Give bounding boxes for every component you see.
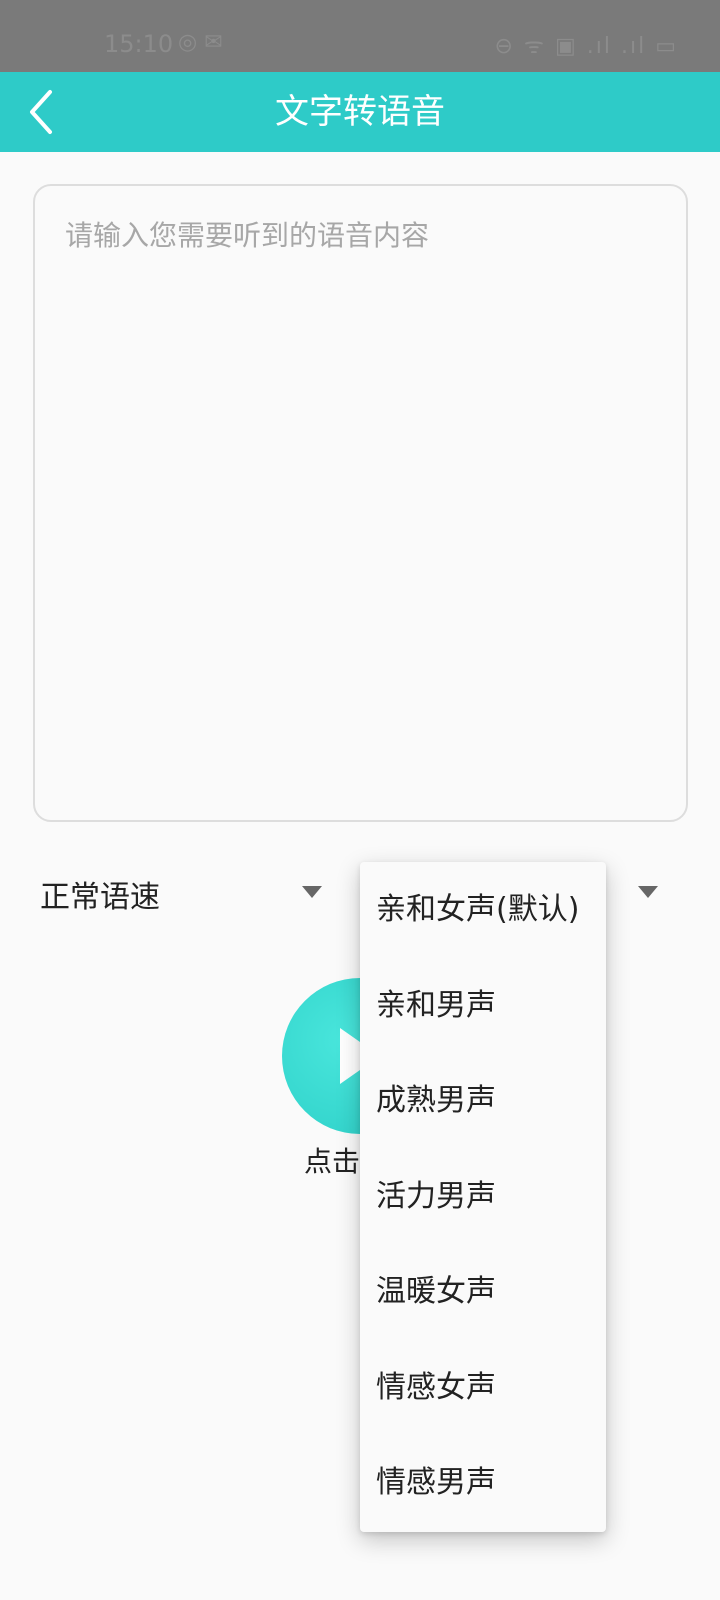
status-bar: 15:10 ◎ ✉ ⊖ ᯤ ▣ .ıl .ıl ▭ (0, 0, 720, 72)
voice-option[interactable]: 亲和男声 (360, 958, 606, 1054)
play-caption: 点击 (304, 1145, 361, 1178)
text-input[interactable]: 请输入您需要听到的语音内容 (33, 184, 688, 822)
voice-dropdown-menu: 亲和女声(默认) 亲和男声 成熟男声 活力男声 温暖女声 情感女声 情感男声 (360, 862, 606, 1532)
triangle-down-icon (638, 886, 658, 898)
voice-option[interactable]: 成熟男声 (360, 1053, 606, 1149)
screen: 15:10 ◎ ✉ ⊖ ᯤ ▣ .ıl .ıl ▭ 文字转语音 请输入您需要听到… (0, 0, 720, 1600)
text-input-placeholder: 请输入您需要听到的语音内容 (65, 219, 430, 252)
speed-select[interactable]: 正常语速 (40, 864, 330, 924)
notification-icons: ◎ ✉ (178, 30, 223, 55)
triangle-down-icon (302, 886, 322, 898)
system-status-icons: ⊖ ᯤ ▣ .ıl .ıl ▭ (494, 34, 678, 59)
page-title: 文字转语音 (275, 92, 445, 132)
status-time: 15:10 (104, 30, 174, 58)
speed-selected-value: 正常语速 (40, 880, 160, 915)
app-header: 文字转语音 (0, 72, 720, 152)
voice-option[interactable]: 情感女声 (360, 1340, 606, 1436)
voice-option[interactable]: 温暖女声 (360, 1244, 606, 1340)
voice-option[interactable]: 亲和女声(默认) (360, 862, 606, 958)
voice-option[interactable]: 情感男声 (360, 1435, 606, 1531)
voice-option[interactable]: 活力男声 (360, 1149, 606, 1245)
